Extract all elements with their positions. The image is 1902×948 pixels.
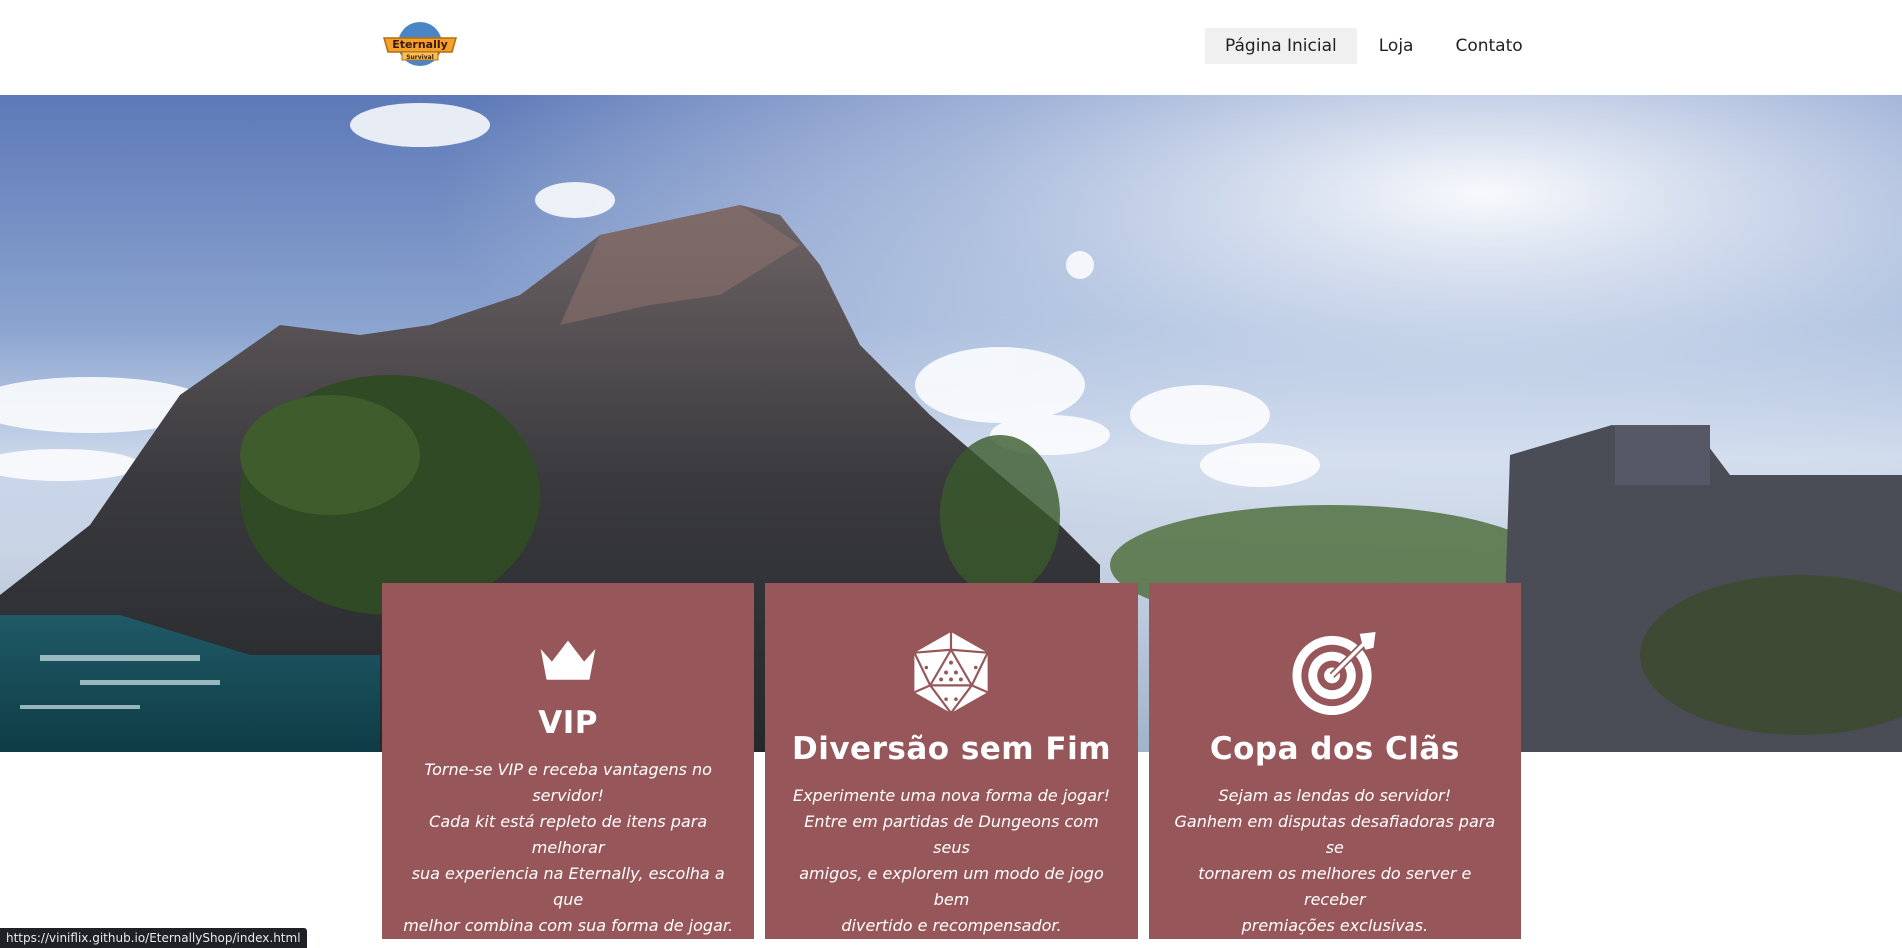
card-line: Sejam as lendas do servidor! bbox=[1218, 786, 1452, 805]
main-nav: Página Inicial Loja Contato bbox=[1205, 28, 1543, 64]
card-description: Torne-se VIP e receba vantagens no servi… bbox=[403, 757, 733, 939]
nav-item-loja[interactable]: Loja bbox=[1359, 28, 1434, 64]
page: Eternally Survival Página Inicial Loja C… bbox=[0, 0, 1902, 948]
nav-item-contato[interactable]: Contato bbox=[1435, 28, 1542, 64]
card-title: Diversão sem Fim bbox=[791, 731, 1111, 767]
card-line: Experimente uma nova forma de jogar! bbox=[792, 786, 1110, 805]
logo-subtext: Survival bbox=[406, 54, 434, 61]
card-line: amigos, e explorem um modo de jogo bem bbox=[799, 864, 1104, 909]
card-vip: VIP Torne-se VIP e receba vantagens no s… bbox=[382, 583, 755, 939]
card-title: Copa dos Clãs bbox=[1209, 731, 1460, 767]
site-logo[interactable]: Eternally Survival bbox=[382, 20, 458, 68]
status-bar-url: https://viniflix.github.io/EternallyShop… bbox=[0, 928, 307, 948]
card-line: Cada kit está repleto de itens para melh… bbox=[429, 812, 708, 857]
feature-cards: VIP Torne-se VIP e receba vantagens no s… bbox=[382, 583, 1521, 939]
nav-item-pagina-inicial[interactable]: Página Inicial bbox=[1205, 28, 1357, 64]
card-description: Experimente uma nova forma de jogar! Ent… bbox=[786, 783, 1116, 939]
d20-dice-icon bbox=[913, 631, 990, 714]
card-diversao: Diversão sem Fim Experimente uma nova fo… bbox=[765, 583, 1138, 939]
card-line: divertido e recompensador. bbox=[841, 916, 1062, 935]
card-line: Torne-se VIP e receba vantagens no servi… bbox=[424, 760, 712, 805]
card-title: VIP bbox=[538, 705, 599, 741]
card-line: tornarem os melhores do server e receber bbox=[1198, 864, 1472, 909]
card-description: Sejam as lendas do servidor! Ganhem em d… bbox=[1170, 783, 1500, 939]
card-line: Ganhem em disputas desafiadoras para se bbox=[1174, 812, 1496, 857]
card-line: Entre em partidas de Dungeons com seus bbox=[804, 812, 1099, 857]
crown-icon bbox=[540, 640, 596, 680]
site-header: Eternally Survival Página Inicial Loja C… bbox=[0, 0, 1902, 95]
card-line: melhor combina com sua forma de jogar. bbox=[403, 916, 734, 935]
logo-text: Eternally bbox=[392, 38, 448, 51]
target-arrow-icon bbox=[1292, 631, 1376, 716]
card-line: sua experiencia na Eternally, escolha a … bbox=[411, 864, 725, 909]
card-copa-dos-clas: Copa dos Clãs Sejam as lendas do servido… bbox=[1148, 583, 1521, 939]
card-line: premiações exclusivas. bbox=[1241, 916, 1429, 935]
